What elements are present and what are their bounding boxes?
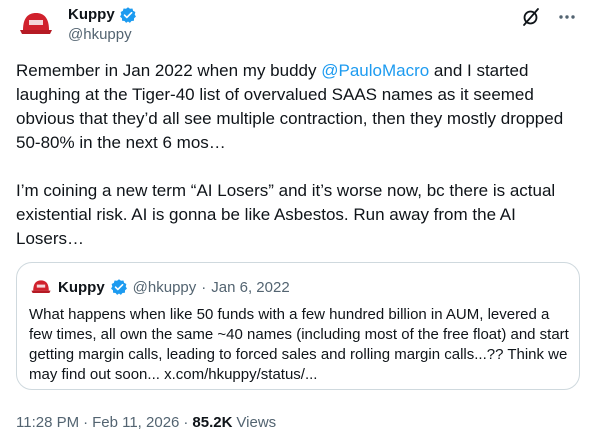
- grok-glyph: [523, 8, 539, 26]
- quoted-tweet[interactable]: Kuppy @hkuppy · Jan 6, 2022 What happens…: [16, 262, 580, 390]
- tweet-header: Kuppy @hkuppy: [16, 0, 578, 52]
- verified-badge-icon: [119, 7, 136, 23]
- author-avatar[interactable]: [16, 4, 56, 44]
- author-display-name[interactable]: Kuppy: [68, 6, 115, 24]
- quote-avatar: [29, 275, 53, 299]
- author-handle[interactable]: @hkuppy: [68, 26, 137, 44]
- views-label: Views: [236, 414, 277, 431]
- quote-body: What happens when like 50 funds with a f…: [29, 306, 569, 383]
- quote-separator: ·: [201, 278, 207, 296]
- tweet-text-start: Remember in Jan 2022 when my buddy: [16, 61, 322, 80]
- mention-link[interactable]: @PauloMacro: [321, 61, 429, 80]
- quote-handle: @hkuppy: [132, 278, 197, 296]
- footer-separator: ·: [83, 414, 89, 431]
- tweet-time[interactable]: 11:28 PM: [16, 414, 79, 431]
- tweet-footer: 11:28 PM · Feb 11, 2026 · 85.2K Views: [16, 414, 276, 431]
- quote-display-name: Kuppy: [58, 278, 105, 296]
- tweet-date[interactable]: Feb 11, 2026: [92, 414, 179, 431]
- grok-icon[interactable]: [520, 6, 542, 28]
- red-hat-avatar-icon: [16, 4, 56, 44]
- views-count: 85.2K: [192, 414, 233, 431]
- more-dots-glyph: [559, 15, 575, 19]
- red-hat-avatar-small-icon: [29, 275, 53, 299]
- tweet-body: Remember in Jan 2022 when my buddy @Paul…: [16, 59, 576, 251]
- footer-separator: ·: [183, 414, 189, 431]
- quote-verified-badge-icon: [110, 279, 127, 295]
- more-icon[interactable]: [556, 6, 578, 28]
- tweet-text-rest: and I started laughing at the Tiger-40 l…: [16, 61, 564, 248]
- quote-date: Jan 6, 2022: [211, 278, 290, 296]
